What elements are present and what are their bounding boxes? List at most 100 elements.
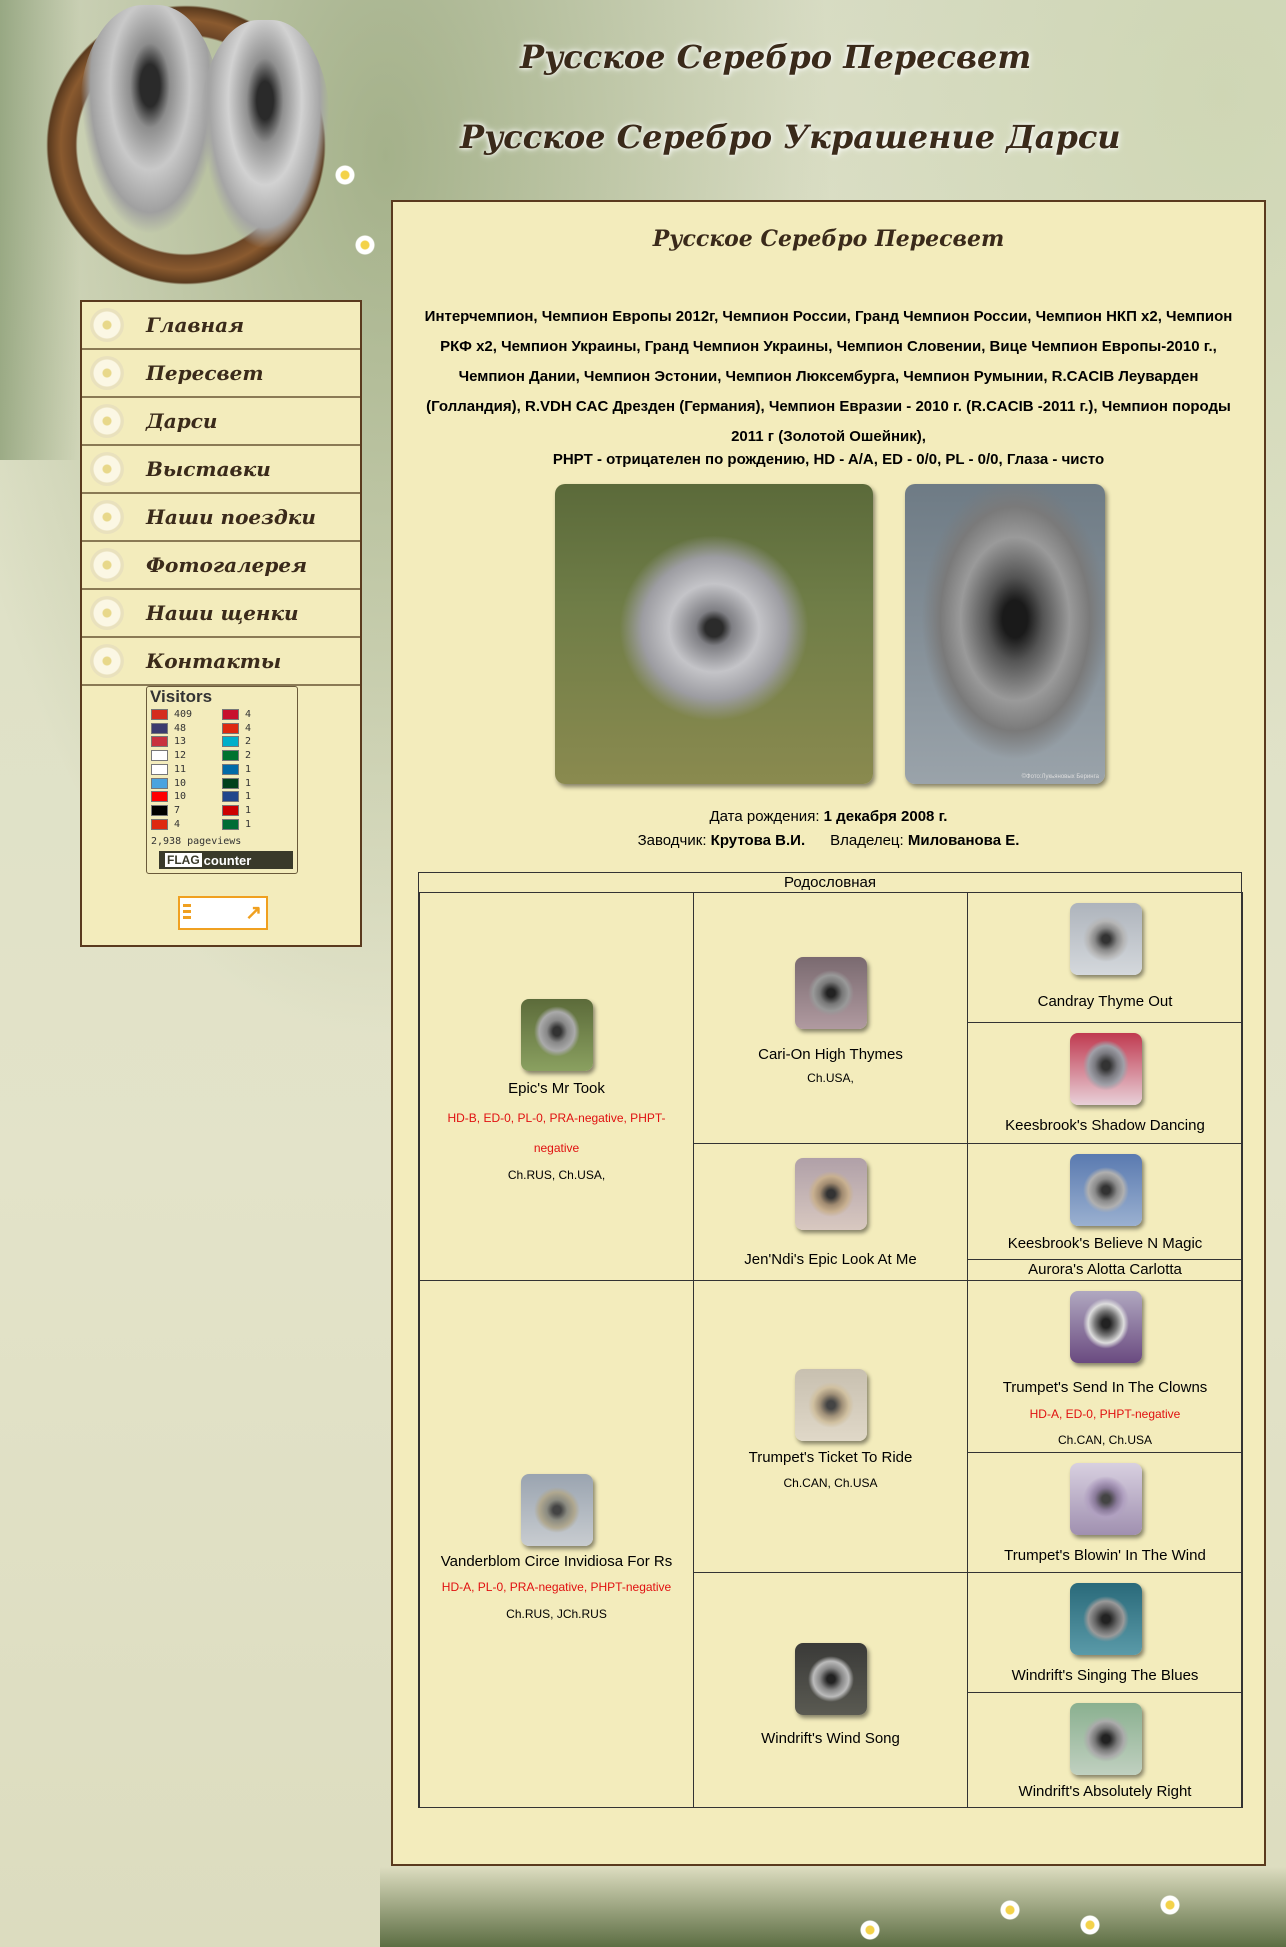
dog-thumbnail[interactable] — [1070, 1154, 1142, 1226]
dog-titles: Ch.RUS, Ch.USA, — [507, 1168, 606, 1182]
visitor-count: 10 — [174, 777, 187, 789]
dog-thumbnail[interactable] — [521, 1474, 593, 1546]
breeder-owner-line: Заводчик: Крутова В.И. Владелец: Милован… — [393, 832, 1264, 849]
dog-name[interactable]: Keesbrook's Believe N Magic — [968, 1235, 1242, 1252]
dog-titles-text: Интерчемпион, Чемпион Европы 2012г, Чемп… — [424, 308, 1233, 445]
dog-thumbnail[interactable] — [795, 957, 867, 1029]
photo-watermark: ©Фото:Лукьяновых Беринга — [1021, 774, 1099, 780]
dog-thumbnail[interactable] — [1070, 903, 1142, 975]
dog-thumbnail[interactable] — [1070, 1703, 1142, 1775]
flower-icon — [90, 356, 124, 390]
dog-health: HD-A, PL-0, PRA-negative, PHPT-negative — [441, 1580, 672, 1594]
sidebar: Главная Пересвет Дарси Выставки Наши пое… — [80, 300, 362, 947]
visitor-country-row: 48 — [151, 722, 186, 734]
nav-label: Фотогалерея — [146, 553, 308, 577]
dog-name[interactable]: Trumpet's Blowin' In The Wind — [968, 1547, 1242, 1564]
dog-name[interactable]: Trumpet's Ticket To Ride — [694, 1449, 967, 1466]
site-subtitle: Русское Серебро Украшение Дарси — [460, 118, 1121, 156]
nav-item-shows[interactable]: Выставки — [82, 446, 360, 494]
dog-name[interactable]: Windrift's Singing The Blues — [968, 1667, 1242, 1684]
visitor-count: 12 — [174, 750, 187, 762]
dog-photo-portrait[interactable]: ©Фото:Лукьяновых Беринга — [905, 484, 1105, 784]
nav-item-gallery[interactable]: Фотогалерея — [82, 542, 360, 590]
visitor-count: 1 — [245, 763, 252, 775]
nav-label: Выставки — [146, 457, 271, 481]
country-flag-icon — [151, 818, 168, 830]
dog-name[interactable]: Windrift's Absolutely Right — [968, 1783, 1242, 1800]
dog-thumbnail[interactable] — [1070, 1033, 1142, 1105]
dog-name[interactable]: Candray Thyme Out — [968, 993, 1242, 1010]
country-flag-icon — [151, 750, 168, 762]
visitor-count: 4 — [174, 818, 181, 830]
nav-item-contacts[interactable]: Контакты — [82, 638, 360, 686]
site-title: Русское Серебро Пересвет — [520, 38, 1032, 76]
visitor-country-row: 2 — [222, 736, 251, 748]
country-flag-icon — [151, 736, 168, 748]
country-flag-icon — [222, 791, 239, 803]
visitor-count: 1 — [245, 777, 252, 789]
pedigree-cell-dam: Vanderblom Circe Invidiosa For Rs HD-A, … — [419, 1280, 694, 1808]
visitor-count: 1 — [245, 791, 252, 803]
country-flag-icon — [222, 709, 239, 720]
dog-thumbnail[interactable] — [795, 1158, 867, 1230]
dog-photo-standing[interactable] — [555, 484, 873, 784]
visitor-flag-counter[interactable]: Visitors 2,938 pageviews FLAG counter 40… — [146, 686, 298, 874]
pageviews-count: 2,938 pageviews — [151, 836, 242, 847]
dog-thumbnail[interactable] — [521, 999, 593, 1071]
dog-thumbnail[interactable] — [1070, 1583, 1142, 1655]
visitor-country-row: 1 — [222, 791, 252, 803]
visitor-country-row: 13 — [151, 736, 187, 748]
visitor-count: 13 — [174, 736, 187, 748]
dog-name[interactable]: Keesbrook's Shadow Dancing — [968, 1117, 1242, 1134]
dog-thumbnail[interactable] — [1070, 1463, 1142, 1535]
dog-thumbnail[interactable] — [795, 1369, 867, 1441]
visitor-count: 7 — [174, 804, 181, 816]
arrow-up-right-icon: ↗ — [245, 902, 262, 924]
visitor-country-row: 4 — [151, 818, 181, 830]
flower-icon — [90, 452, 124, 486]
hit-counter-badge[interactable]: ↗ — [178, 896, 268, 930]
nav-item-darsi[interactable]: Дарси — [82, 398, 360, 446]
country-flag-icon — [222, 777, 239, 789]
dog-name[interactable]: Epic's Mr Took — [420, 1080, 693, 1097]
pedigree-cell-sire-sire: Cari-On High Thymes Ch.USA, — [693, 892, 968, 1144]
country-flag-icon — [151, 804, 168, 816]
nav-item-puppies[interactable]: Наши щенки — [82, 590, 360, 638]
nav-item-trips[interactable]: Наши поездки — [82, 494, 360, 542]
keeshond-dog-image — [200, 20, 330, 250]
daisy-decoration — [1160, 1895, 1180, 1915]
pedigree-cell-ddd: Windrift's Absolutely Right — [967, 1692, 1243, 1808]
visitor-country-row: 10 — [151, 777, 187, 789]
dog-thumbnail[interactable] — [795, 1643, 867, 1715]
visitor-country-row: 4 — [222, 709, 251, 720]
nav-label: Главная — [146, 313, 244, 337]
country-flag-icon — [222, 818, 239, 830]
nav-item-home[interactable]: Главная — [82, 302, 360, 350]
keeshond-dog-image — [80, 5, 220, 235]
dog-name[interactable]: Trumpet's Send In The Clowns — [968, 1379, 1242, 1396]
birth-date-line: Дата рождения: 1 декабря 2008 г. — [393, 808, 1264, 825]
country-flag-icon — [222, 804, 239, 816]
pedigree-caption: Родословная — [419, 873, 1241, 893]
dog-name[interactable]: Jen'Ndi's Epic Look At Me — [694, 1251, 967, 1268]
flag-counter-logo: FLAG counter — [159, 851, 293, 869]
pedigree-cell-ssd: Keesbrook's Shadow Dancing — [967, 1022, 1243, 1144]
dog-name[interactable]: Cari-On High Thymes — [694, 1046, 967, 1063]
nav-label: Пересвет — [146, 361, 264, 385]
visitor-country-row: 7 — [151, 804, 181, 816]
visitor-country-row: 409 — [151, 709, 192, 720]
pedigree-cell-dss: Trumpet's Send In The Clowns HD-A, ED-0,… — [967, 1280, 1243, 1453]
dog-name[interactable]: Vanderblom Circe Invidiosa For Rs — [420, 1553, 693, 1570]
dog-titles: Ch.CAN, Ch.USA — [783, 1476, 878, 1490]
nav-item-peresvet[interactable]: Пересвет — [82, 350, 360, 398]
visitor-country-row: 4 — [222, 722, 251, 734]
dog-thumbnail[interactable] — [1070, 1291, 1142, 1363]
country-flag-icon — [151, 791, 168, 803]
dog-name[interactable]: Aurora's Alotta Carlotta — [968, 1261, 1242, 1278]
visitor-count: 4 — [245, 709, 252, 720]
visitor-country-row: 1 — [222, 777, 252, 789]
dog-name[interactable]: Windrift's Wind Song — [694, 1730, 967, 1747]
visitor-country-row: 11 — [151, 763, 186, 775]
visitor-country-row: 2 — [222, 750, 251, 762]
breeder-value: Крутова В.И. — [710, 832, 806, 849]
